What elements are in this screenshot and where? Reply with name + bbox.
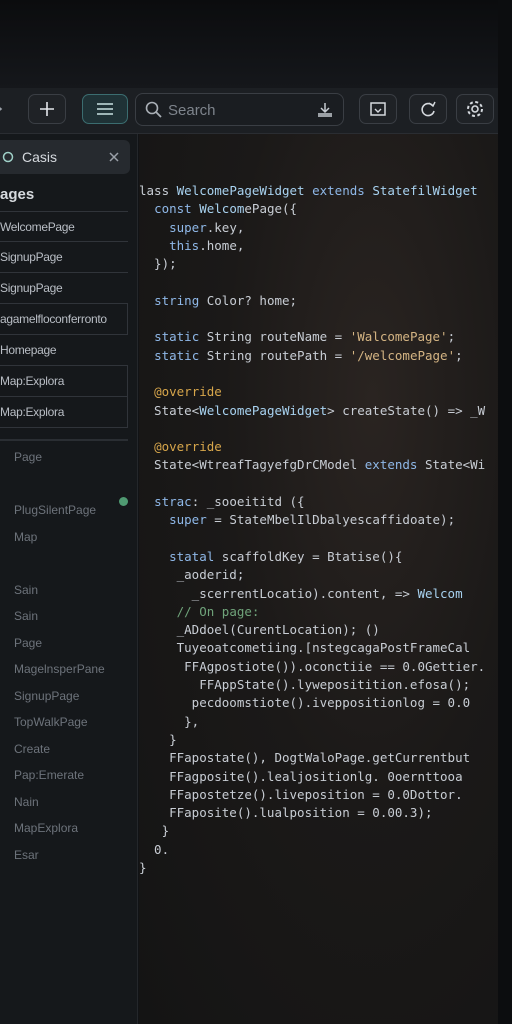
sidebar-item[interactable]: WelcomePage <box>0 211 128 242</box>
dim-list-item[interactable]: Pap:Emerate <box>14 766 134 793</box>
dim-page-list: Page PlugSilentPage Map Sain Sain Page M… <box>14 448 134 872</box>
sidebar: Casis ages WelcomePage SignupPage Signup… <box>0 134 138 1024</box>
dim-list-item[interactable]: MagelnsperPane <box>14 660 134 687</box>
code-line[interactable]: }); <box>139 255 485 273</box>
search-icon <box>145 101 162 118</box>
code-line[interactable]: super = StateMbelIlDbalyescaffidoate); <box>139 511 485 529</box>
code-line[interactable] <box>139 475 485 493</box>
code-line[interactable] <box>139 530 485 548</box>
code-line[interactable]: FFAppState().lywepositition.efosa(); <box>139 676 485 694</box>
code-line[interactable]: } <box>139 731 485 749</box>
sidebar-search[interactable]: Casis <box>0 140 130 174</box>
dim-list-item[interactable]: PlugSilentPage <box>14 501 134 528</box>
code-line[interactable]: FFAgpostiote()).oconctiie == 0.0Gettier. <box>139 658 485 676</box>
dim-list-item[interactable]: SignupPage <box>14 687 134 714</box>
sidebar-item[interactable]: SignupPage <box>0 273 128 304</box>
add-button[interactable] <box>28 94 66 124</box>
settings-button[interactable] <box>456 94 494 124</box>
preview-button[interactable] <box>359 94 397 124</box>
search-box[interactable]: Search <box>135 93 344 126</box>
dim-list-item[interactable]: Sain <box>14 607 134 634</box>
sidebar-divider <box>0 439 128 441</box>
code-line[interactable]: lass WelcomePageWidget extends StatefilW… <box>139 182 485 200</box>
search-placeholder[interactable]: Search <box>168 102 216 119</box>
code-line[interactable]: super.key, <box>139 219 485 237</box>
dim-list-item[interactable]: Esar <box>14 846 134 873</box>
collapse-arrow-button[interactable] <box>0 94 12 124</box>
code-line[interactable]: Tuyeoatcometiing.[nstegcagaPostFrameCal <box>139 639 485 657</box>
code-line[interactable]: pecdoomstiote().iveppositionlog = 0.0 <box>139 694 485 712</box>
dim-list-item[interactable]: Page <box>14 448 134 475</box>
top-backdrop <box>0 0 512 88</box>
code-line[interactable] <box>139 365 485 383</box>
code-line[interactable]: }, <box>139 713 485 731</box>
close-icon[interactable] <box>109 152 119 162</box>
code-line[interactable]: FFapostetze().liveposition = 0.0Dottor. <box>139 786 485 804</box>
code-line[interactable]: static String routeName = 'WalcomePage'; <box>139 328 485 346</box>
dim-list-item[interactable] <box>14 554 134 581</box>
code-line[interactable]: FFaposite().lualposition = 0.00.3); <box>139 804 485 822</box>
hamburger-icon <box>97 103 113 115</box>
dim-list-item[interactable]: Sain <box>14 581 134 608</box>
gear-icon <box>467 101 483 117</box>
code-line[interactable]: string Color? home; <box>139 292 485 310</box>
code-line[interactable]: _scerrentLocatio).content, => Welcom <box>139 585 485 603</box>
refresh-button[interactable] <box>409 94 447 124</box>
code-line[interactable]: @override <box>139 383 485 401</box>
chevron-right-icon <box>0 107 3 111</box>
code-line[interactable]: statal scaffoldKey = Btatise(){ <box>139 548 485 566</box>
toolbar: Search <box>0 88 498 134</box>
code-line[interactable]: FFapostate(), DogtWaloPage.getCurrentbut <box>139 749 485 767</box>
plus-icon <box>40 102 54 116</box>
dim-list-item[interactable]: Nain <box>14 793 134 820</box>
code-line[interactable]: strac: _sooeititd ({ <box>139 493 485 511</box>
dim-list-item[interactable]: Map <box>14 528 134 555</box>
sidebar-item[interactable]: Homepage <box>0 335 128 366</box>
dim-list-item[interactable]: TopWalkPage <box>14 713 134 740</box>
code-line[interactable]: const WelcomePage({ <box>139 200 485 218</box>
sidebar-item[interactable]: SignupPage <box>0 242 128 273</box>
window-icon <box>370 102 386 116</box>
code-editor[interactable]: lass WelcomePageWidget extends StatefilW… <box>139 134 498 1024</box>
code-block[interactable]: lass WelcomePageWidget extends StatefilW… <box>139 182 485 877</box>
code-line[interactable]: // On page: <box>139 603 485 621</box>
status-dot <box>119 497 128 506</box>
dim-list-item[interactable] <box>14 475 134 502</box>
sidebar-section-title: ages <box>0 186 35 203</box>
menu-button[interactable] <box>82 94 128 124</box>
code-line[interactable]: _aoderid; <box>139 566 485 584</box>
code-line[interactable]: static String routePath = '/welcomePage'… <box>139 347 485 365</box>
code-line[interactable]: } <box>139 822 485 840</box>
code-line[interactable] <box>139 273 485 291</box>
code-line[interactable] <box>139 310 485 328</box>
code-line[interactable]: _ADdoel(CurentLocation); () <box>139 621 485 639</box>
code-line[interactable]: State<WelcomePageWidget> createState() =… <box>139 402 485 420</box>
sidebar-item[interactable]: Map:Explora <box>0 366 128 397</box>
dim-list-item[interactable]: Page <box>14 634 134 661</box>
code-line[interactable] <box>139 420 485 438</box>
dim-list-item[interactable]: MapExplora <box>14 819 134 846</box>
sidebar-search-value[interactable]: Casis <box>22 149 57 165</box>
code-line[interactable]: } <box>139 859 485 877</box>
code-line[interactable]: this.home, <box>139 237 485 255</box>
dim-list-item[interactable]: Create <box>14 740 134 767</box>
window-edge <box>498 0 512 1024</box>
search-icon <box>2 151 14 163</box>
sidebar-item[interactable]: Map:Explora <box>0 397 128 428</box>
code-line[interactable]: 0. <box>139 841 485 859</box>
refresh-icon <box>421 101 436 117</box>
tray-download-icon[interactable] <box>316 101 334 119</box>
code-line[interactable]: @override <box>139 438 485 456</box>
sidebar-item[interactable]: agamelfloconferronto <box>0 304 128 335</box>
code-line[interactable]: State<WtreafTagyefgDrCModel extends Stat… <box>139 456 485 474</box>
code-line[interactable]: FFagposite().lealjositionlg. 0oernttooa <box>139 768 485 786</box>
page-list: WelcomePage SignupPage SignupPage agamel… <box>0 211 128 428</box>
